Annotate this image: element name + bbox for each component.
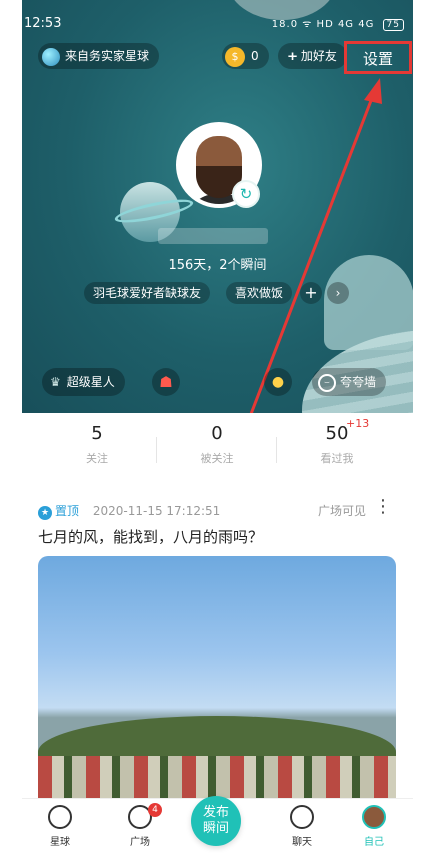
post-text: 七月的风，能找到，八月的雨吗？ [38,528,264,546]
publish-label-line1: 发布 [202,805,229,820]
edit-avatar-icon[interactable]: ↻ [232,180,260,208]
chat-tab-icon [290,805,314,829]
praise-wall-button[interactable]: ⌣ 夸夸墙 [312,368,387,396]
planet-tab-icon [48,805,72,829]
tab-square[interactable]: 4 广场 [110,803,170,848]
pinned-label: 置顶 [55,504,80,518]
gift-icon[interactable]: ☗ [152,368,180,396]
vip-label: 超级星人 [66,375,115,389]
stat-following[interactable]: 5 关注 [32,423,162,466]
visitor-increment-badge: +13 [346,417,370,430]
crown-icon: ♛ [50,375,61,389]
stat-value: 5 [91,423,103,444]
post-meta: ★ 置顶 2020-11-15 17:12:51 广场可见 ⋮ [38,498,392,520]
chevron-right-icon[interactable]: › [327,282,349,304]
post-visibility: 广场可见 [317,504,366,518]
tab-label: 聊天 [292,837,312,848]
egg-icon[interactable]: ● [264,368,292,396]
me-avatar-icon [362,805,386,829]
stat-label: 被关注 [200,452,234,465]
interest-tag[interactable]: 喜欢做饭 [226,282,293,304]
praise-wall-label: 夸夸墙 [340,375,377,389]
tab-me[interactable]: 自己 [344,805,404,848]
super-member-button[interactable]: ♛ 超级星人 [42,368,125,396]
stat-value: 50 [325,423,349,444]
stat-visitors[interactable]: 50 +13 看过我 [272,417,402,466]
smile-icon: ⌣ [318,373,336,392]
add-tag-button[interactable]: + [300,282,322,304]
days-summary: 156天，2个瞬间 [168,258,267,273]
tab-planet[interactable]: 星球 [30,805,90,848]
stat-followers[interactable]: 0 被关注 [152,423,282,466]
post-timestamp: 2020-11-15 17:12:51 [92,504,221,518]
publish-moment-button[interactable]: 发布 瞬间 [191,796,241,846]
photo-houses [38,756,396,801]
pinned-badge: ★ 置顶 [38,504,80,520]
tab-label: 自己 [364,837,384,848]
notification-badge: 4 [148,803,162,817]
interest-tag[interactable]: 羽毛球爱好者缺球友 [84,282,211,304]
publish-label-line2: 瞬间 [202,821,229,836]
more-options-icon[interactable]: ⋮ [374,498,392,516]
profile-stats: 5 关注 0 被关注 50 +13 看过我 [22,413,413,473]
stat-label: 看过我 [320,452,354,465]
tab-label: 广场 [130,837,150,848]
stat-label: 关注 [86,452,108,465]
pin-icon: ★ [38,506,52,520]
stat-value: 0 [211,423,223,444]
post-photo[interactable] [38,556,396,801]
username-redacted [158,228,268,244]
tab-chat[interactable]: 聊天 [272,805,332,848]
tab-label: 星球 [50,837,70,848]
